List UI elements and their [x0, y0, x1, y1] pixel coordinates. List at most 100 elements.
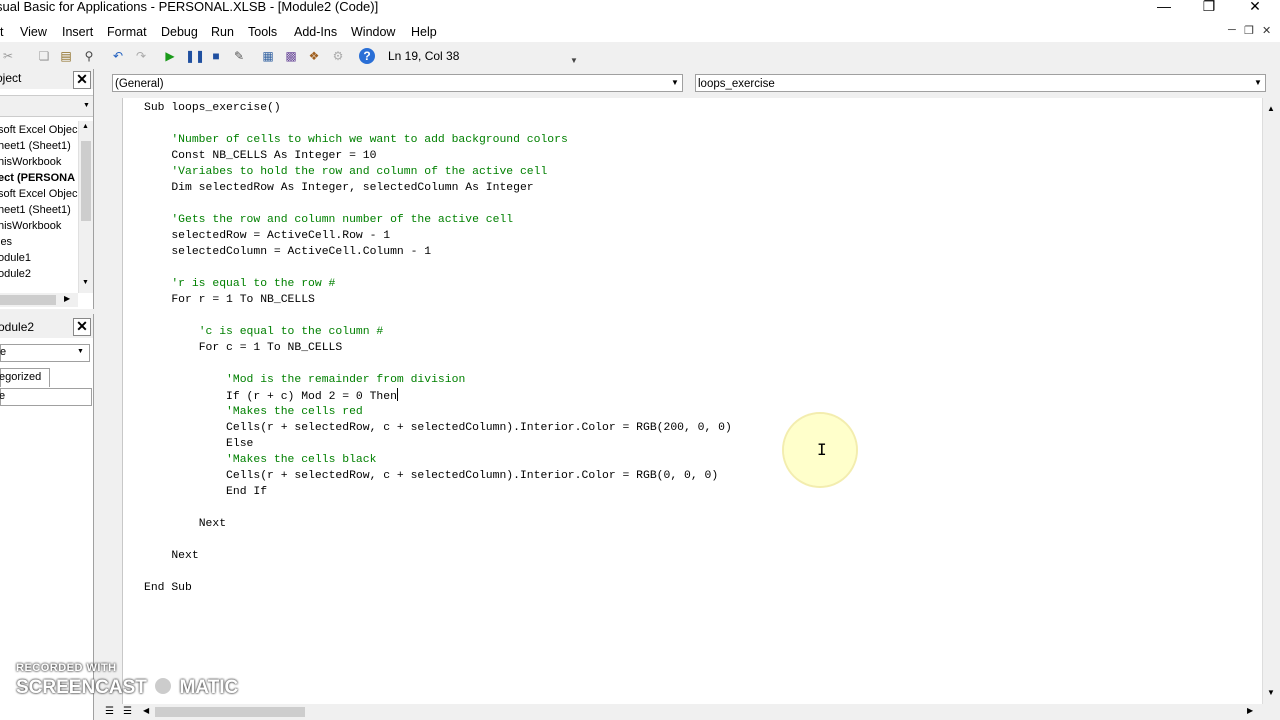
break-icon[interactable]: ❚❚ — [185, 48, 205, 64]
minimize-icon[interactable]: — — [1141, 0, 1187, 14]
copy-icon[interactable]: ❏ — [36, 48, 52, 64]
code-line[interactable] — [144, 356, 732, 372]
paste-icon[interactable]: ▤ — [58, 48, 74, 64]
code-line[interactable]: If (r + c) Mod 2 = 0 Then — [144, 388, 732, 404]
menu-edit[interactable]: t — [0, 24, 3, 40]
code-line[interactable]: 'Variabes to hold the row and column of … — [144, 164, 732, 180]
view-toggle-icon[interactable]: ☰ — [123, 706, 132, 717]
cut-icon[interactable]: ✂ — [0, 48, 16, 64]
code-line[interactable]: 'Mod is the remainder from division — [144, 372, 732, 388]
object-browser-icon[interactable]: ❖ — [306, 48, 322, 64]
scroll-up-icon[interactable]: ▲ — [82, 123, 89, 130]
object-combo[interactable]: (General) ▼ — [112, 74, 683, 92]
run-icon[interactable]: ▶ — [162, 48, 178, 64]
code-line[interactable]: 'Makes the cells black — [144, 452, 732, 468]
code-line[interactable]: Const NB_CELLS As Integer = 10 — [144, 148, 732, 164]
code-line[interactable]: For r = 1 To NB_CELLS — [144, 292, 732, 308]
code-line[interactable]: Next — [144, 516, 732, 532]
mdi-minimize-icon[interactable]: ─ — [1228, 24, 1236, 36]
mdi-restore-icon[interactable]: ❐ — [1244, 24, 1254, 37]
hscroll-thumb[interactable] — [155, 707, 305, 717]
tree-item[interactable]: odule1 — [0, 251, 31, 265]
chevron-down-icon[interactable]: ▼ — [668, 75, 682, 91]
scroll-thumb[interactable] — [81, 141, 91, 221]
code-line[interactable] — [144, 260, 732, 276]
code-line[interactable] — [144, 116, 732, 132]
mdi-close-icon[interactable]: ✕ — [1262, 24, 1271, 37]
menu-window[interactable]: Window — [351, 24, 395, 40]
menu-debug[interactable]: Debug — [161, 24, 198, 40]
chevron-down-icon[interactable]: ▼ — [77, 348, 84, 355]
code-line[interactable]: 'Gets the row and column number of the a… — [144, 212, 732, 228]
procedure-combo[interactable]: loops_exercise ▼ — [695, 74, 1266, 92]
tree-item[interactable]: soft Excel Objec — [0, 187, 77, 201]
code-hscrollbar[interactable]: ☰ ☰ ◀ ▶ — [103, 704, 1278, 720]
close-icon[interactable]: ✕ — [1232, 0, 1278, 14]
menu-help[interactable]: Help — [411, 24, 437, 40]
code-line[interactable]: Else — [144, 436, 732, 452]
properties-icon[interactable]: ▩ — [283, 48, 299, 64]
tree-item[interactable]: odule2 — [0, 267, 31, 281]
project-tree-hscrollbar[interactable]: ▶ — [0, 293, 78, 307]
code-line[interactable] — [144, 196, 732, 212]
scroll-down-icon[interactable]: ▼ — [82, 279, 89, 286]
tree-item[interactable]: hisWorkbook — [0, 219, 61, 233]
scroll-left-icon[interactable]: ◀ — [143, 706, 149, 715]
code-line[interactable]: selectedRow = ActiveCell.Row - 1 — [144, 228, 732, 244]
view-toggle-icon[interactable]: ☰ — [105, 706, 114, 717]
menu-tools[interactable]: Tools — [248, 24, 277, 40]
scroll-right-icon[interactable]: ▶ — [1247, 706, 1253, 715]
code-line[interactable]: 'Number of cells to which we want to add… — [144, 132, 732, 148]
undo-icon[interactable]: ↶ — [110, 48, 126, 64]
reset-icon[interactable]: ■ — [208, 48, 224, 64]
menu-view[interactable]: View — [20, 24, 47, 40]
code-line[interactable]: End If — [144, 484, 732, 500]
hscroll-thumb[interactable] — [0, 295, 56, 305]
close-icon[interactable]: ✕ — [73, 318, 91, 336]
design-mode-icon[interactable]: ✎ — [231, 48, 247, 64]
chevron-down-icon[interactable]: ▼ — [1251, 75, 1265, 91]
menu-addins[interactable]: Add-Ins — [294, 24, 337, 40]
code-line[interactable]: Cells(r + selectedRow, c + selectedColum… — [144, 420, 732, 436]
code-line[interactable]: 'r is equal to the row # — [144, 276, 732, 292]
menu-run[interactable]: Run — [211, 24, 234, 40]
tree-item[interactable]: soft Excel Objec — [0, 123, 77, 137]
code-line[interactable]: selectedColumn = ActiveCell.Column - 1 — [144, 244, 732, 260]
tree-item[interactable]: heet1 (Sheet1) — [0, 203, 71, 217]
project-explorer-icon[interactable]: ▦ — [260, 48, 276, 64]
tree-item[interactable]: ect (PERSONA — [0, 171, 75, 185]
help-icon[interactable]: ? — [359, 48, 375, 64]
code-line[interactable]: Cells(r + selectedRow, c + selectedColum… — [144, 468, 732, 484]
code-vscrollbar[interactable]: ▲ ▼ — [1262, 98, 1279, 704]
redo-icon[interactable]: ↷ — [133, 48, 149, 64]
tab-categorized[interactable]: egorized — [0, 368, 50, 387]
scroll-down-icon[interactable]: ▼ — [1267, 688, 1275, 697]
code-line[interactable]: 'Makes the cells red — [144, 404, 732, 420]
menu-format[interactable]: Format — [107, 24, 147, 40]
scroll-right-icon[interactable]: ▶ — [64, 294, 70, 303]
tree-item[interactable]: heet1 (Sheet1) — [0, 139, 71, 153]
project-tree-scrollbar[interactable]: ▲ ▼ — [78, 121, 93, 293]
code-line[interactable]: Dim selectedRow As Integer, selectedColu… — [144, 180, 732, 196]
find-icon[interactable]: ⚲ — [81, 48, 97, 64]
scroll-down-icon[interactable]: ▼ — [83, 102, 90, 109]
code-line[interactable] — [144, 532, 732, 548]
tree-item[interactable]: les — [0, 235, 12, 249]
code-line[interactable] — [144, 500, 732, 516]
code-line[interactable]: End Sub — [144, 580, 732, 596]
code-line[interactable] — [144, 308, 732, 324]
code-line[interactable]: 'c is equal to the column # — [144, 324, 732, 340]
code-line[interactable]: For c = 1 To NB_CELLS — [144, 340, 732, 356]
restore-icon[interactable]: ❐ — [1186, 0, 1232, 14]
code-line[interactable] — [144, 564, 732, 580]
menu-insert[interactable]: Insert — [62, 24, 93, 40]
toolbar-options-icon[interactable]: ▼ — [566, 53, 582, 69]
close-icon[interactable]: ✕ — [73, 71, 91, 89]
code-line[interactable]: Sub loops_exercise() — [144, 100, 732, 116]
object-dropdown[interactable]: e ▼ — [0, 344, 90, 362]
tree-item[interactable]: hisWorkbook — [0, 155, 61, 169]
toolbox-icon[interactable]: ⚙ — [330, 48, 346, 64]
scroll-up-icon[interactable]: ▲ — [1267, 104, 1275, 113]
property-row[interactable]: e — [0, 388, 92, 406]
code-line[interactable]: Next — [144, 548, 732, 564]
